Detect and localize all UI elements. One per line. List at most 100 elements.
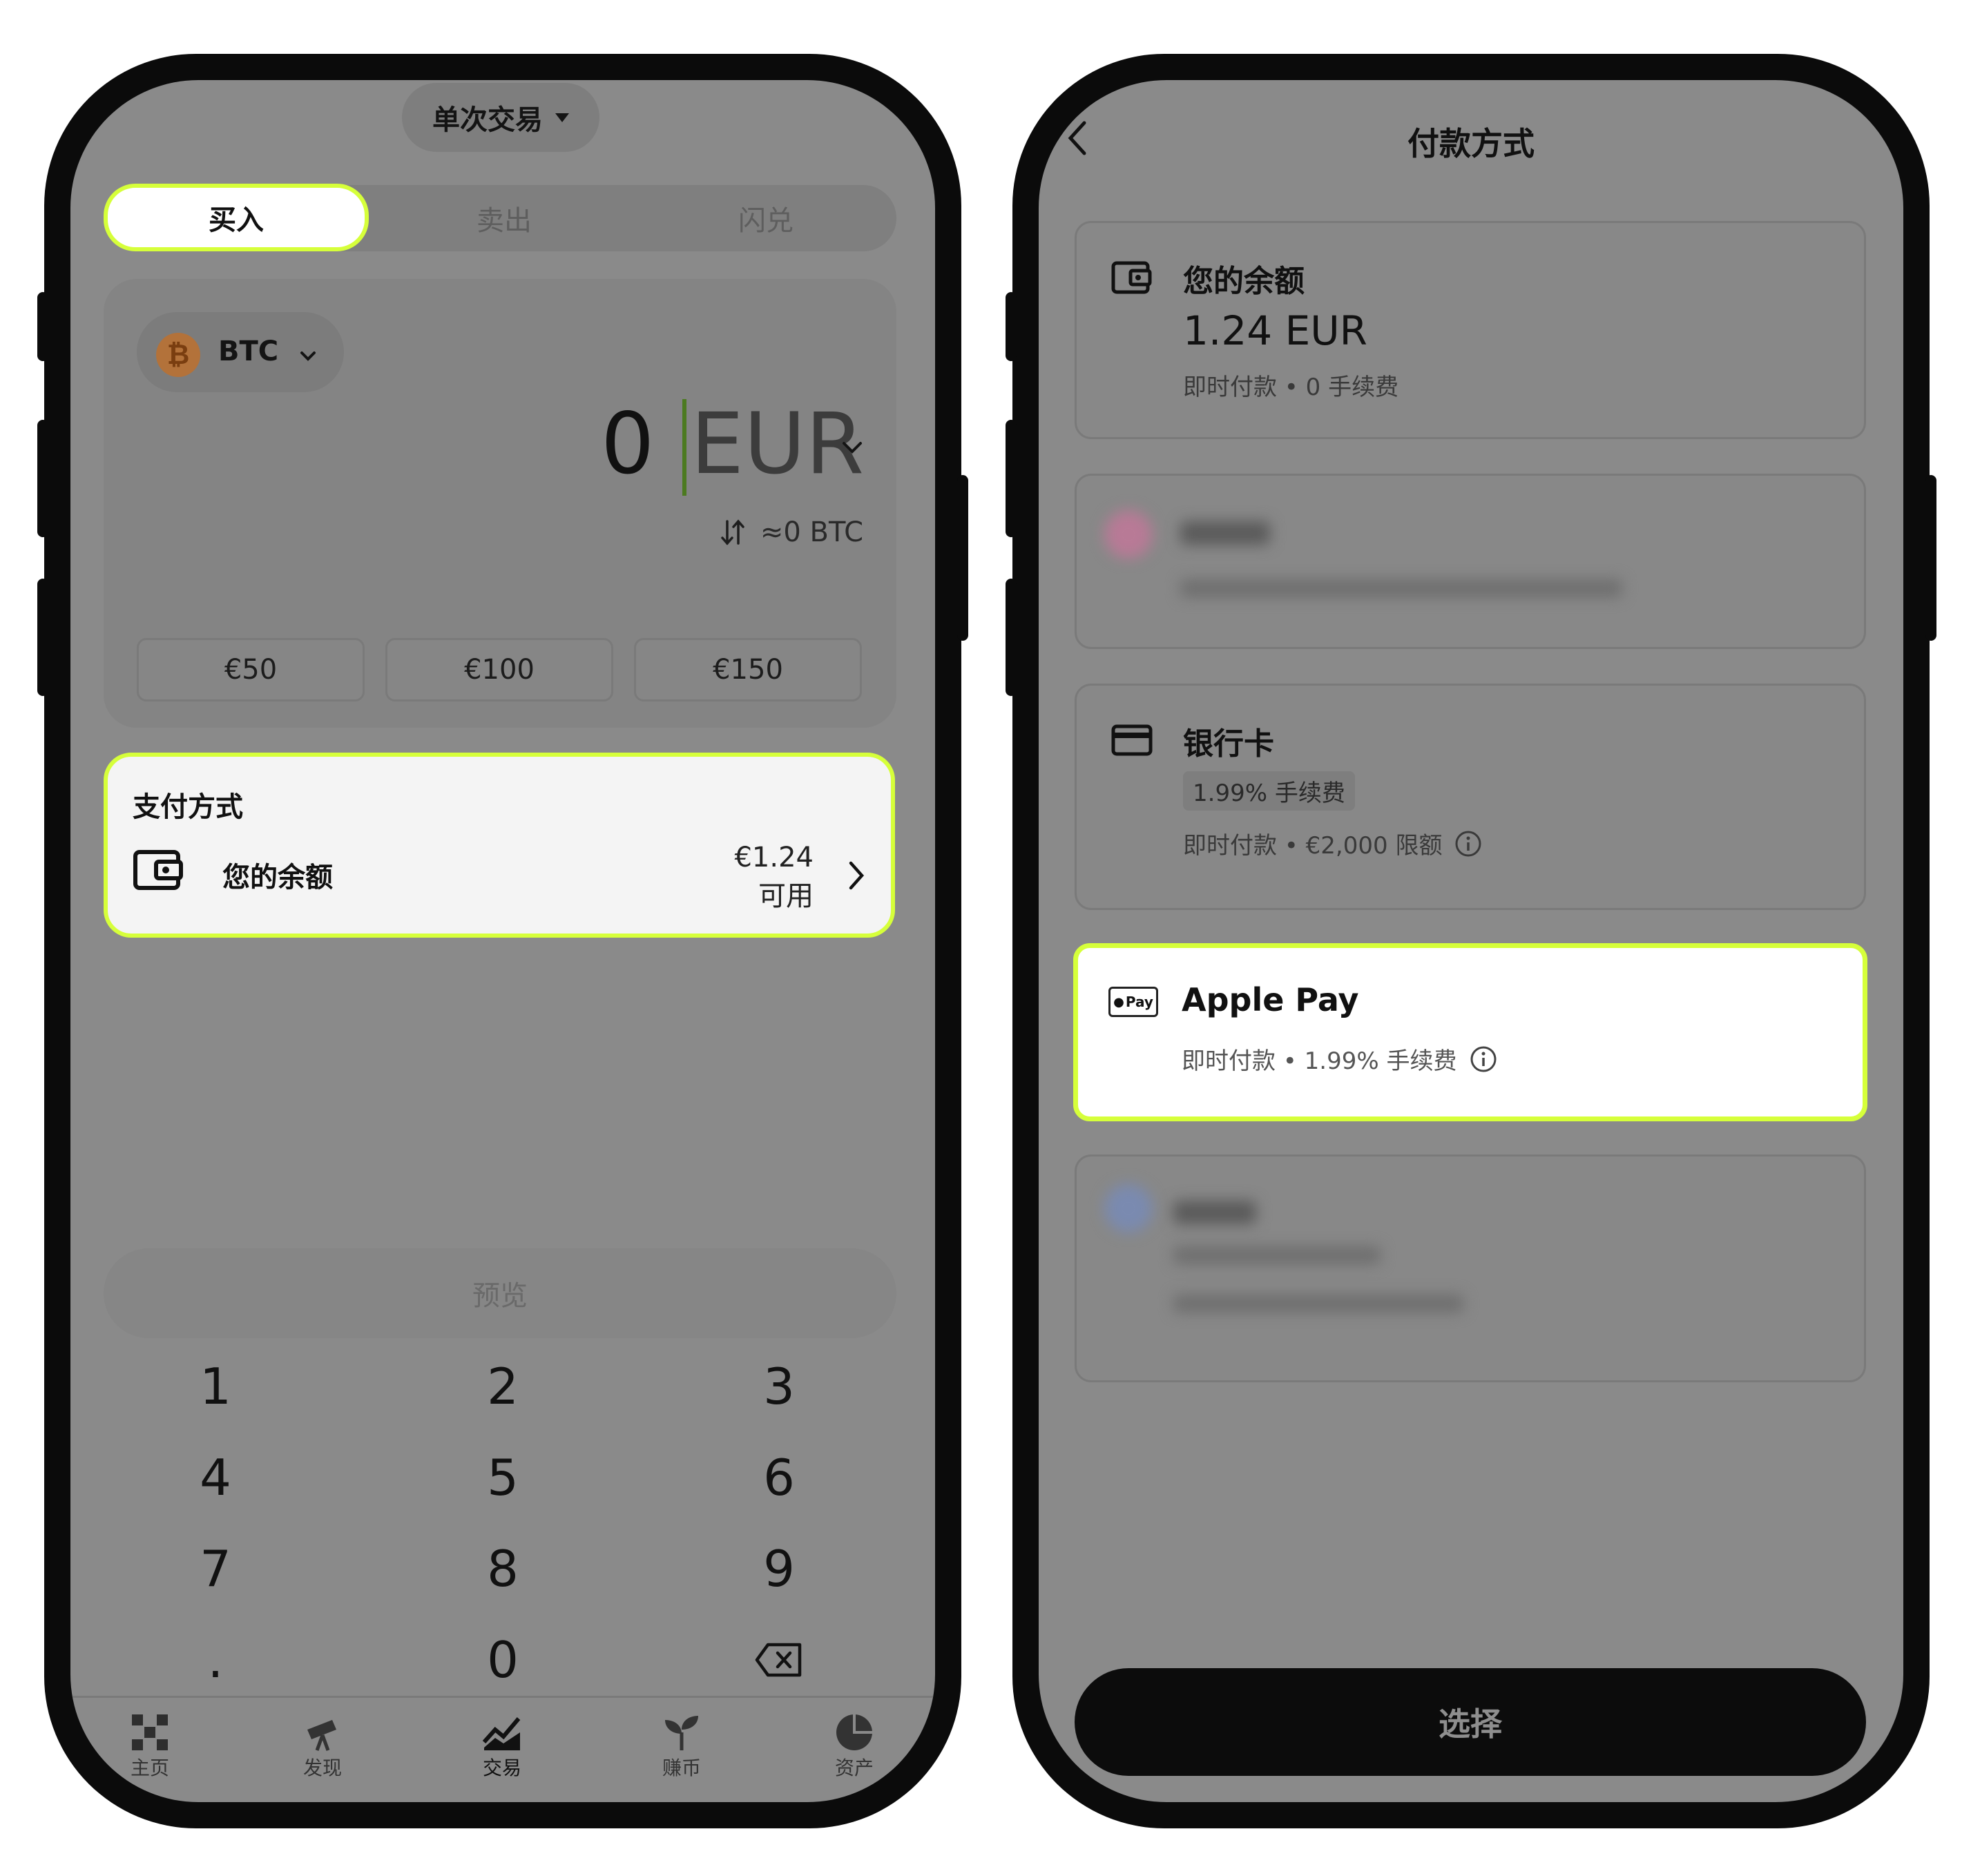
info-icon[interactable] — [1454, 830, 1482, 858]
side-button — [1006, 579, 1017, 696]
converted-text: ≈0 BTC — [760, 516, 863, 548]
page-title: 付款方式 — [1407, 125, 1535, 162]
blurred-subtitle — [1180, 579, 1622, 597]
apple-pay-subtitle: 即时付款 • 1.99% 手续费 — [1182, 1047, 1457, 1075]
blurred-subtitle — [1173, 1295, 1463, 1313]
key-8[interactable]: 8 — [372, 1527, 634, 1610]
preset-50-button[interactable]: €50 — [137, 638, 365, 702]
trade-screen: 单次交易 买入 卖出 闪兑 ₿ BTC 0 EUR ≈0 BTC €50 €10… — [70, 80, 935, 1802]
chevron-right-icon — [849, 861, 865, 890]
side-button — [1925, 475, 1936, 641]
phone-right: 付款方式 您的余额 1.24 EUR 即时付款 • 0 手续费 银行卡 1.99… — [1006, 54, 1936, 1828]
nav-trade-label: 交易 — [482, 1757, 521, 1779]
nav-earn[interactable]: 赚币 — [630, 1712, 733, 1802]
payment-method-card[interactable]: 支付方式 您的余额 €1.24 可用 — [104, 753, 895, 938]
bank-card-title: 银行卡 — [1183, 726, 1274, 762]
key-0[interactable]: 0 — [372, 1618, 634, 1701]
preview-button[interactable]: 预览 — [104, 1248, 896, 1338]
payment-methods-screen: 付款方式 您的余额 1.24 EUR 即时付款 • 0 手续费 银行卡 1.99… — [1039, 80, 1903, 1802]
payment-option-balance[interactable]: 您的余额 1.24 EUR 即时付款 • 0 手续费 — [1075, 221, 1866, 439]
blurred-logo-icon — [1104, 510, 1153, 559]
key-2[interactable]: 2 — [372, 1345, 634, 1428]
trade-chart-icon — [482, 1717, 521, 1750]
select-button[interactable]: 选择 — [1075, 1668, 1866, 1776]
backspace-icon — [755, 1643, 802, 1677]
preset-100-button[interactable]: €100 — [385, 638, 613, 702]
key-3[interactable]: 3 — [648, 1345, 910, 1428]
chevron-down-icon — [300, 351, 316, 361]
side-button — [957, 475, 968, 641]
balance-amount: 1.24 EUR — [1183, 307, 1367, 354]
btc-logo-icon: ₿ — [156, 333, 200, 377]
balance-title: 您的余额 — [1183, 264, 1305, 299]
side-button — [37, 292, 48, 361]
fee-badge: 1.99% 手续费 — [1183, 771, 1355, 811]
preset-150-button[interactable]: €150 — [634, 638, 862, 702]
payment-method-title: 支付方式 — [133, 791, 243, 823]
phone-left: 单次交易 买入 卖出 闪兑 ₿ BTC 0 EUR ≈0 BTC €50 €10… — [37, 54, 968, 1828]
side-button — [1006, 420, 1017, 537]
apple-pay-logo-icon: ● Pay — [1108, 987, 1158, 1017]
key-4[interactable]: 4 — [84, 1436, 347, 1519]
key-1[interactable]: 1 — [84, 1345, 347, 1428]
wallet-icon — [133, 850, 183, 890]
info-icon[interactable] — [1470, 1045, 1497, 1073]
key-backspace[interactable] — [648, 1618, 910, 1701]
nav-discover[interactable]: 发现 — [271, 1712, 374, 1802]
payment-balance: €1.24 可用 — [734, 838, 814, 916]
nav-assets[interactable]: 资产 — [802, 1712, 906, 1802]
caret-down-icon — [555, 113, 569, 122]
balance-subtitle: 即时付款 • 0 手续费 — [1183, 374, 1399, 401]
coin-name: BTC — [218, 336, 279, 367]
side-button — [37, 420, 48, 537]
nav-trade[interactable]: 交易 — [450, 1712, 554, 1802]
key-decimal[interactable]: . — [84, 1618, 347, 1701]
apple-pay-title: Apple Pay — [1182, 981, 1359, 1018]
blurred-subtitle — [1173, 1246, 1381, 1264]
home-logo-icon — [132, 1714, 168, 1750]
amount-value[interactable]: 0 — [601, 402, 655, 486]
payment-option-apple-pay[interactable]: ● Pay Apple Pay 即时付款 • 1.99% 手续费 — [1073, 943, 1867, 1121]
side-button — [37, 579, 48, 696]
text-cursor — [682, 399, 686, 496]
blurred-title — [1180, 521, 1270, 545]
key-7[interactable]: 7 — [84, 1527, 347, 1610]
key-9[interactable]: 9 — [648, 1527, 910, 1610]
key-6[interactable]: 6 — [648, 1436, 910, 1519]
payment-method-name: 您的余额 — [222, 862, 333, 893]
telescope-icon — [307, 1720, 336, 1751]
side-button — [1006, 292, 1017, 361]
payment-option-hidden[interactable] — [1075, 474, 1866, 649]
bank-card-subtitle-row: 即时付款 • €2,000 限额 — [1183, 826, 1482, 860]
nav-home-label: 主页 — [130, 1757, 169, 1779]
nav-discover-label: 发现 — [302, 1757, 342, 1779]
key-5[interactable]: 5 — [372, 1436, 634, 1519]
sprout-icon — [665, 1716, 698, 1750]
coin-selector[interactable]: ₿ BTC — [137, 312, 344, 392]
tab-buy[interactable]: 买入 — [104, 184, 369, 251]
blurred-logo-icon — [1104, 1184, 1153, 1232]
amount-card: ₿ BTC 0 EUR ≈0 BTC €50 €100 €150 — [104, 279, 896, 728]
apple-pay-logo-text: Pay — [1125, 994, 1153, 1010]
balance-available-label: 可用 — [758, 880, 814, 912]
payment-option-bank-card[interactable]: 银行卡 1.99% 手续费 即时付款 • €2,000 限额 — [1075, 684, 1866, 910]
blurred-title — [1173, 1201, 1256, 1224]
bank-card-subtitle: 即时付款 • €2,000 限额 — [1183, 832, 1443, 860]
trade-tabs: 买入 卖出 闪兑 — [104, 184, 896, 251]
nav-assets-label: 资产 — [834, 1757, 874, 1779]
payment-option-hidden[interactable] — [1075, 1154, 1866, 1382]
swap-icon — [721, 519, 744, 545]
pie-chart-icon — [836, 1714, 872, 1750]
trade-mode-label: 单次交易 — [432, 104, 543, 136]
apple-logo-icon: ● — [1113, 994, 1124, 1009]
nav-home[interactable]: 主页 — [98, 1712, 202, 1802]
wallet-icon — [1111, 261, 1152, 294]
trade-mode-selector[interactable]: 单次交易 — [402, 83, 599, 152]
credit-card-icon — [1111, 724, 1153, 756]
balance-amount: €1.24 — [734, 842, 814, 873]
tab-sell[interactable]: 卖出 — [373, 185, 635, 251]
converted-amount[interactable]: ≈0 BTC — [719, 516, 863, 548]
tab-convert[interactable]: 闪兑 — [635, 185, 896, 251]
chevron-down-icon[interactable] — [838, 436, 866, 458]
nav-earn-label: 赚币 — [662, 1757, 701, 1779]
